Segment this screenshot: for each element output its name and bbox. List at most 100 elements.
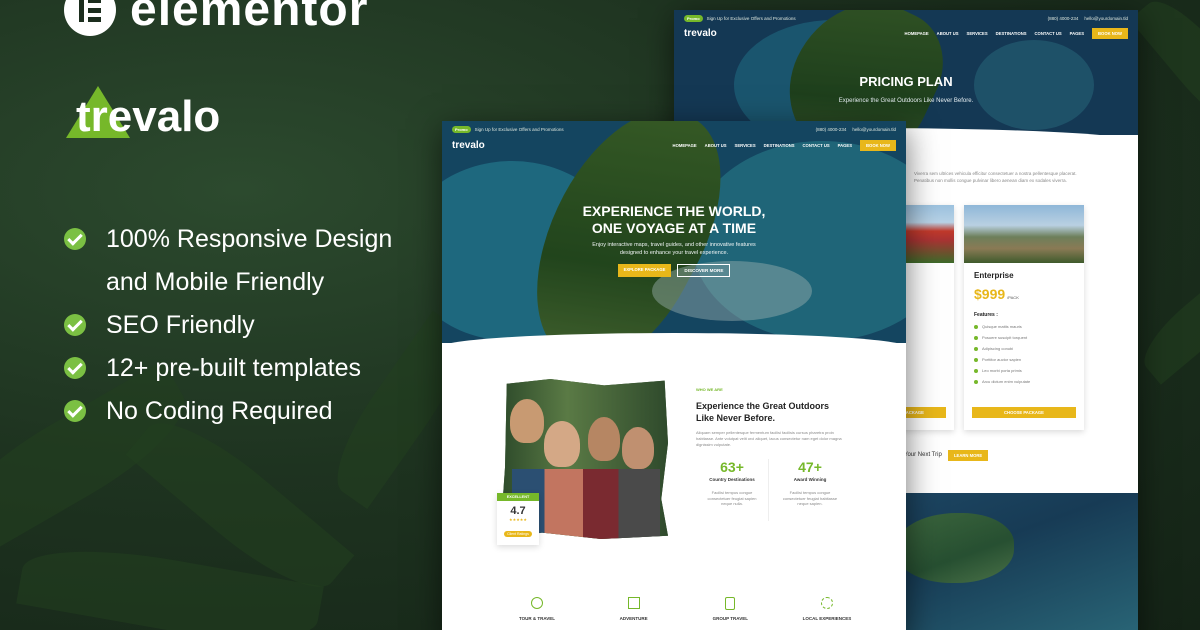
feature-text: SEO Friendly bbox=[106, 311, 255, 339]
who-we-are-label: WHO WE ARE bbox=[696, 387, 723, 392]
service-label: Adventure bbox=[619, 616, 648, 621]
nav-about[interactable]: About Us bbox=[705, 143, 727, 148]
service-item[interactable]: Group Travel bbox=[685, 597, 775, 621]
plan-features-label: Features : bbox=[974, 312, 998, 318]
choose-package-button[interactable]: Choose Package bbox=[972, 407, 1076, 418]
promo-banner: elementor trevalo 100% Responsive Design… bbox=[0, 0, 1200, 630]
email-text: hello@yourdomain.tld bbox=[852, 126, 896, 132]
feature-text: 100% Responsive Design bbox=[106, 225, 393, 253]
promo-badge: Promo bbox=[452, 125, 471, 133]
rating-value: 4.7 bbox=[510, 505, 526, 517]
navbar: trevalo Homepage About Us Services Desti… bbox=[674, 26, 1138, 40]
plan-feature: Leo morbi porta primis bbox=[974, 368, 1084, 373]
nav-pages[interactable]: Pages bbox=[838, 143, 852, 148]
service-item[interactable]: Local Experiences bbox=[782, 597, 872, 621]
service-item[interactable]: Adventure bbox=[589, 597, 679, 621]
feature-item: No Coding Required bbox=[64, 390, 392, 433]
nav-logo[interactable]: trevalo bbox=[684, 28, 717, 39]
rating-label: EXCELLENT bbox=[497, 493, 539, 501]
luggage-icon bbox=[725, 597, 736, 610]
explore-package-button[interactable]: Explore Package bbox=[617, 264, 672, 277]
nav-homepage[interactable]: Homepage bbox=[673, 143, 697, 148]
rating-caption: Client Ratings bbox=[504, 531, 532, 537]
navbar: trevalo Homepage About Us Services Desti… bbox=[442, 138, 906, 152]
nav-homepage[interactable]: Homepage bbox=[905, 31, 929, 36]
plan-name: Enterprise bbox=[974, 271, 1014, 280]
nav-contact[interactable]: Contact Us bbox=[1035, 31, 1062, 36]
hero-sub-line-1: Enjoy interactive maps, travel guides, a… bbox=[592, 242, 756, 248]
rating-stars: ★★★★★ bbox=[509, 517, 527, 522]
book-now-button[interactable]: Book Now bbox=[1092, 27, 1128, 39]
check-icon bbox=[974, 335, 978, 340]
check-icon bbox=[974, 368, 978, 373]
about-title-line-2: Like Never Before. bbox=[696, 413, 776, 423]
nav-contact[interactable]: Contact Us bbox=[803, 143, 830, 148]
bg-leaf-6 bbox=[1131, 260, 1200, 385]
map-icon bbox=[627, 597, 640, 609]
about-title-line-1: Experience the Great Outdoors bbox=[696, 401, 830, 411]
feature-text: No Coding Required bbox=[106, 397, 333, 425]
hero-subtext: Enjoy interactive maps, travel guides, a… bbox=[442, 241, 906, 257]
person-2 bbox=[544, 421, 580, 467]
feature-item: SEO Friendly bbox=[64, 304, 392, 347]
nav-destinations[interactable]: Destinations bbox=[996, 31, 1027, 36]
check-icon bbox=[974, 357, 978, 362]
stat-value: 63+ bbox=[720, 459, 744, 475]
about-title: Experience the Great Outdoors Like Never… bbox=[696, 400, 829, 424]
plan-period: /PACK bbox=[1007, 295, 1019, 300]
plan-feature: Adipiscing conubi bbox=[974, 346, 1084, 351]
plan-feature: Porttitor auctor sapien bbox=[974, 357, 1084, 362]
nav-logo[interactable]: trevalo bbox=[452, 140, 485, 151]
service-item[interactable]: Tour & Travel bbox=[492, 597, 582, 621]
check-icon bbox=[64, 228, 86, 250]
bg-leaf-5 bbox=[1129, 0, 1200, 143]
nav-destinations[interactable]: Destinations bbox=[764, 143, 795, 148]
check-icon bbox=[974, 346, 978, 351]
trevalo-logo: trevalo bbox=[66, 86, 220, 142]
check-icon bbox=[64, 314, 86, 336]
hero-line-2: ONE VOYAGE AT A TIME bbox=[591, 220, 757, 236]
rating-card: EXCELLENT 4.7 ★★★★★ Client Ratings bbox=[497, 493, 539, 545]
phone-text: (880) 4000-234 bbox=[1047, 15, 1079, 21]
services-row: Tour & Travel Adventure Group Travel Loc… bbox=[492, 597, 872, 621]
email-text: hello@yourdomain.tld bbox=[1084, 15, 1128, 21]
hero-heading: EXPERIENCE THE WORLD, ONE VOYAGE AT A TI… bbox=[442, 203, 906, 237]
plan-feature: Posuere suscipit torquent bbox=[974, 335, 1084, 340]
homepage-screenshot: Promo Sign Up for Exclusive Offers and P… bbox=[442, 121, 906, 630]
pricing-intro: Viverra sem ultrices vehicula efficitur … bbox=[914, 171, 1077, 183]
stat-card: 63+ Country Destinations Facilisi tempus… bbox=[696, 459, 769, 521]
stat-label: Award Winning bbox=[793, 477, 827, 482]
nav-services[interactable]: Services bbox=[967, 31, 988, 36]
check-icon bbox=[974, 324, 978, 329]
person-4 bbox=[622, 427, 654, 469]
about-text: Aliquam semper pellentesque fermentum fa… bbox=[696, 430, 842, 447]
hero-line-1: EXPERIENCE THE WORLD, bbox=[582, 203, 766, 219]
elementor-icon bbox=[64, 0, 116, 36]
learn-more-button[interactable]: Learn More bbox=[948, 450, 989, 461]
stat-text: Facilisi tempus congue consectetuer feug… bbox=[707, 490, 757, 506]
check-icon bbox=[64, 400, 86, 422]
promo-text: Sign Up for Exclusive Offers and Promoti… bbox=[474, 126, 564, 132]
stat-label: Country Destinations bbox=[709, 477, 755, 482]
nav-about[interactable]: About Us bbox=[937, 31, 959, 36]
service-label: Group Travel bbox=[712, 616, 748, 621]
nav-pages[interactable]: Pages bbox=[1070, 31, 1084, 36]
enterprise-plan-card: Enterprise $999 /PACK Features : Quisque… bbox=[964, 205, 1084, 430]
feature-text: and Mobile Friendly bbox=[106, 268, 325, 296]
service-label: Tour & Travel bbox=[518, 616, 556, 621]
person-1 bbox=[510, 399, 544, 443]
elementor-wordmark: elementor bbox=[130, 0, 369, 36]
plan-feature: Arcu dictum enim vulputate bbox=[974, 379, 1084, 384]
elementor-logo: elementor bbox=[64, 0, 368, 37]
stat-text: Facilisi tempus congue consectetuer feug… bbox=[782, 490, 838, 506]
plan-feature: Quisque mattis mauris bbox=[974, 324, 1084, 329]
stat-card: 47+ Award Winning Facilisi tempus congue… bbox=[774, 459, 846, 521]
feature-text: 12+ pre-built templates bbox=[106, 354, 362, 382]
person-3 bbox=[588, 417, 620, 461]
book-now-button[interactable]: Book Now bbox=[860, 139, 896, 151]
nav-services[interactable]: Services bbox=[735, 143, 756, 148]
trevalo-wordmark: trevalo bbox=[76, 92, 221, 141]
discover-more-button[interactable]: Discover More bbox=[677, 264, 731, 277]
phone-text: (880) 4000-234 bbox=[815, 126, 847, 132]
stat-value: 47+ bbox=[798, 459, 822, 475]
